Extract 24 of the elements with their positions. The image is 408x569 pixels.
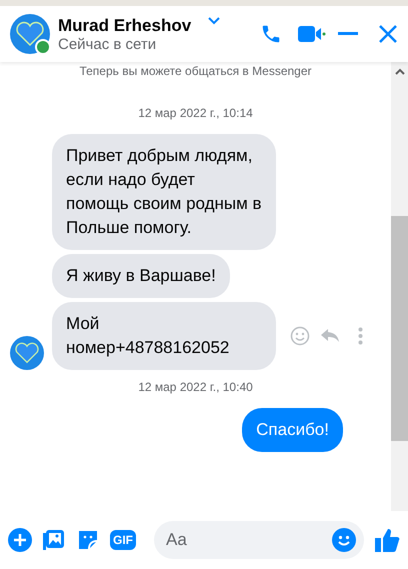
message-bubble: Мой номер+48788162052 bbox=[52, 302, 276, 370]
contact-status: Сейчас в сети bbox=[58, 36, 158, 52]
video-camera-icon[interactable] bbox=[298, 24, 326, 44]
scrollbar-thumb[interactable] bbox=[391, 216, 408, 441]
sticker-icon[interactable] bbox=[76, 528, 100, 552]
gif-button[interactable]: GIF bbox=[110, 530, 136, 550]
message-bubble: Спасибо! bbox=[242, 408, 343, 452]
phone-icon[interactable] bbox=[260, 23, 282, 45]
message-bubble: Я живу в Варшаве! bbox=[52, 254, 230, 298]
close-icon[interactable] bbox=[378, 24, 398, 44]
message-input[interactable]: Aa bbox=[154, 521, 364, 559]
thumbs-up-icon[interactable] bbox=[374, 527, 400, 553]
image-icon[interactable] bbox=[42, 528, 66, 552]
intro-text: Теперь вы можете общаться в Messenger bbox=[78, 64, 313, 78]
contact-name: Murad Erheshov bbox=[58, 16, 192, 36]
emoji-icon[interactable] bbox=[332, 528, 356, 552]
plus-icon[interactable] bbox=[8, 528, 32, 552]
minimize-icon[interactable] bbox=[338, 32, 358, 36]
message-bubble: Привет добрым людям, если надо будет помощь своим родным в Польше помогу. bbox=[52, 134, 276, 250]
chevron-down-icon[interactable] bbox=[207, 16, 222, 26]
timestamp: 12 мар 2022 г., 10:14 bbox=[137, 106, 254, 120]
timestamp: 12 мар 2022 г., 10:40 bbox=[137, 380, 254, 394]
sender-avatar-icon bbox=[10, 336, 44, 370]
scroll-up-icon[interactable] bbox=[394, 68, 404, 76]
